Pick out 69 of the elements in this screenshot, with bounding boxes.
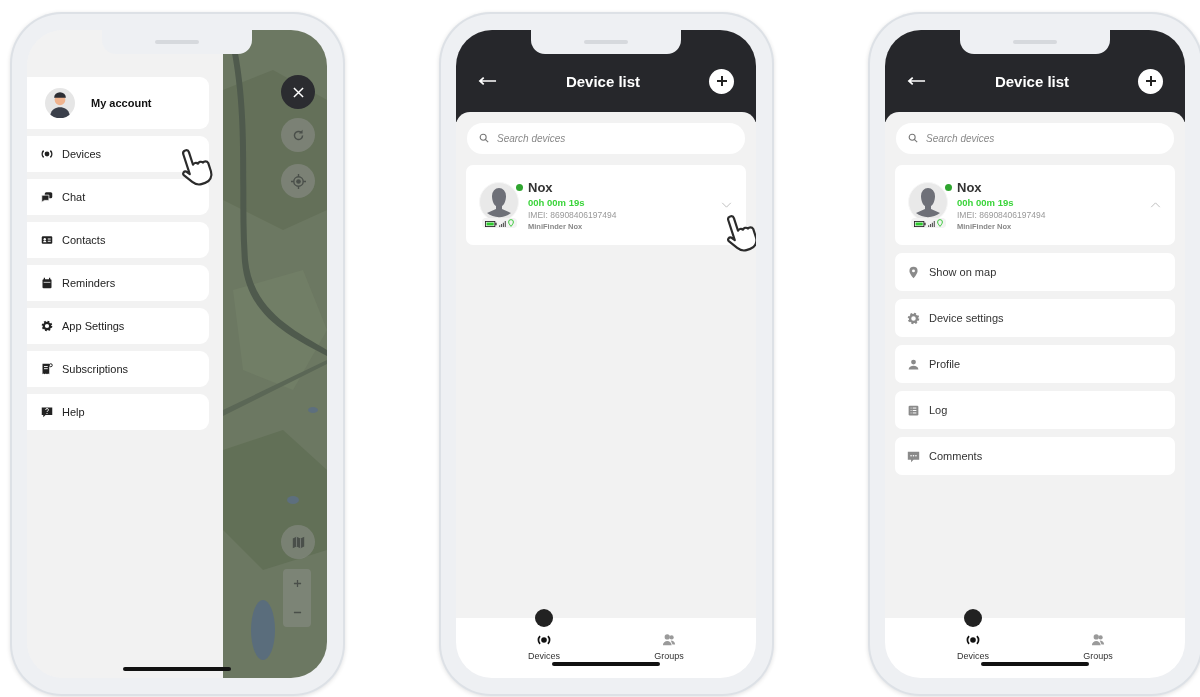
elapsed-time: 00h 00m 19s	[957, 196, 1015, 208]
broadcast-icon	[41, 148, 53, 160]
menu-item[interactable]: Help	[27, 394, 209, 430]
locate-button[interactable]	[281, 164, 315, 198]
settings-icon	[907, 311, 920, 325]
screen-title: Device list	[994, 72, 1070, 90]
person-icon	[907, 357, 920, 371]
chevron-up-icon[interactable]	[1150, 202, 1161, 208]
action-item[interactable]: Device settings	[895, 299, 1175, 337]
search-icon	[908, 133, 918, 143]
comment-icon	[907, 449, 920, 463]
battery-icon	[913, 221, 926, 227]
plus-icon	[715, 75, 728, 87]
plus-icon	[1144, 75, 1157, 87]
map-pin-icon	[936, 219, 943, 227]
action-item[interactable]: Show on map	[895, 253, 1175, 291]
device-name: Nox	[528, 179, 554, 195]
back-arrow-icon[interactable]	[907, 76, 926, 86]
map-pin-icon	[907, 265, 920, 279]
menu-item[interactable]: App Settings	[27, 308, 209, 344]
back-arrow-icon[interactable]	[478, 76, 497, 86]
nav-tab[interactable]: Groups	[654, 609, 684, 678]
id-card-icon	[41, 234, 53, 246]
crosshair-icon	[290, 173, 306, 189]
add-button[interactable]	[1138, 68, 1163, 94]
elapsed-time: 00h 00m 19s	[528, 196, 586, 208]
menu-item[interactable]: Chat	[27, 179, 209, 215]
people-icon	[1091, 633, 1106, 647]
list-icon	[907, 403, 920, 417]
menu-item[interactable]: Devices	[27, 136, 209, 172]
battery-icon	[484, 221, 497, 227]
add-button[interactable]	[709, 68, 734, 94]
broadcast-icon	[537, 633, 552, 647]
menu-item[interactable]: Contacts	[27, 222, 209, 258]
search-field[interactable]: Search devices	[896, 123, 1174, 154]
chat-icon	[41, 191, 53, 203]
settings-icon	[41, 320, 53, 332]
device-name: Nox	[957, 179, 983, 195]
map-pin-icon	[507, 219, 514, 227]
broadcast-icon	[966, 633, 981, 647]
nav-tab[interactable]: Devices	[528, 609, 561, 678]
account-label: My account	[91, 97, 152, 109]
action-item[interactable]: Profile	[895, 345, 1175, 383]
device-imei: IMEI: 86908406197494	[528, 209, 618, 220]
search-field[interactable]: Search devices	[467, 123, 745, 154]
nav-tab[interactable]: Groups	[1083, 609, 1113, 678]
refresh-button[interactable]	[281, 118, 315, 152]
avatar	[45, 88, 75, 118]
action-item[interactable]: Comments	[895, 437, 1175, 475]
map-button[interactable]	[281, 525, 315, 559]
close-icon	[292, 86, 304, 98]
people-icon	[662, 633, 677, 647]
zoom-in-icon[interactable]	[292, 579, 302, 588]
signal-icon	[927, 221, 935, 227]
nav-tab[interactable]: Devices	[957, 609, 990, 678]
help-icon	[41, 406, 53, 418]
menu-item[interactable]: Reminders	[27, 265, 209, 301]
receipt-icon	[41, 363, 53, 375]
search-icon	[479, 133, 489, 143]
account-card[interactable]: My account	[27, 77, 209, 129]
device-imei: IMEI: 86908406197494	[957, 209, 1047, 220]
screen-title: Device list	[565, 72, 641, 90]
action-item[interactable]: Log	[895, 391, 1175, 429]
signal-icon	[498, 221, 506, 227]
refresh-icon	[291, 128, 305, 142]
calendar-icon	[41, 277, 53, 289]
map-icon	[291, 535, 305, 549]
menu-item[interactable]: Subscriptions	[27, 351, 209, 387]
chevron-down-icon[interactable]	[721, 202, 732, 208]
